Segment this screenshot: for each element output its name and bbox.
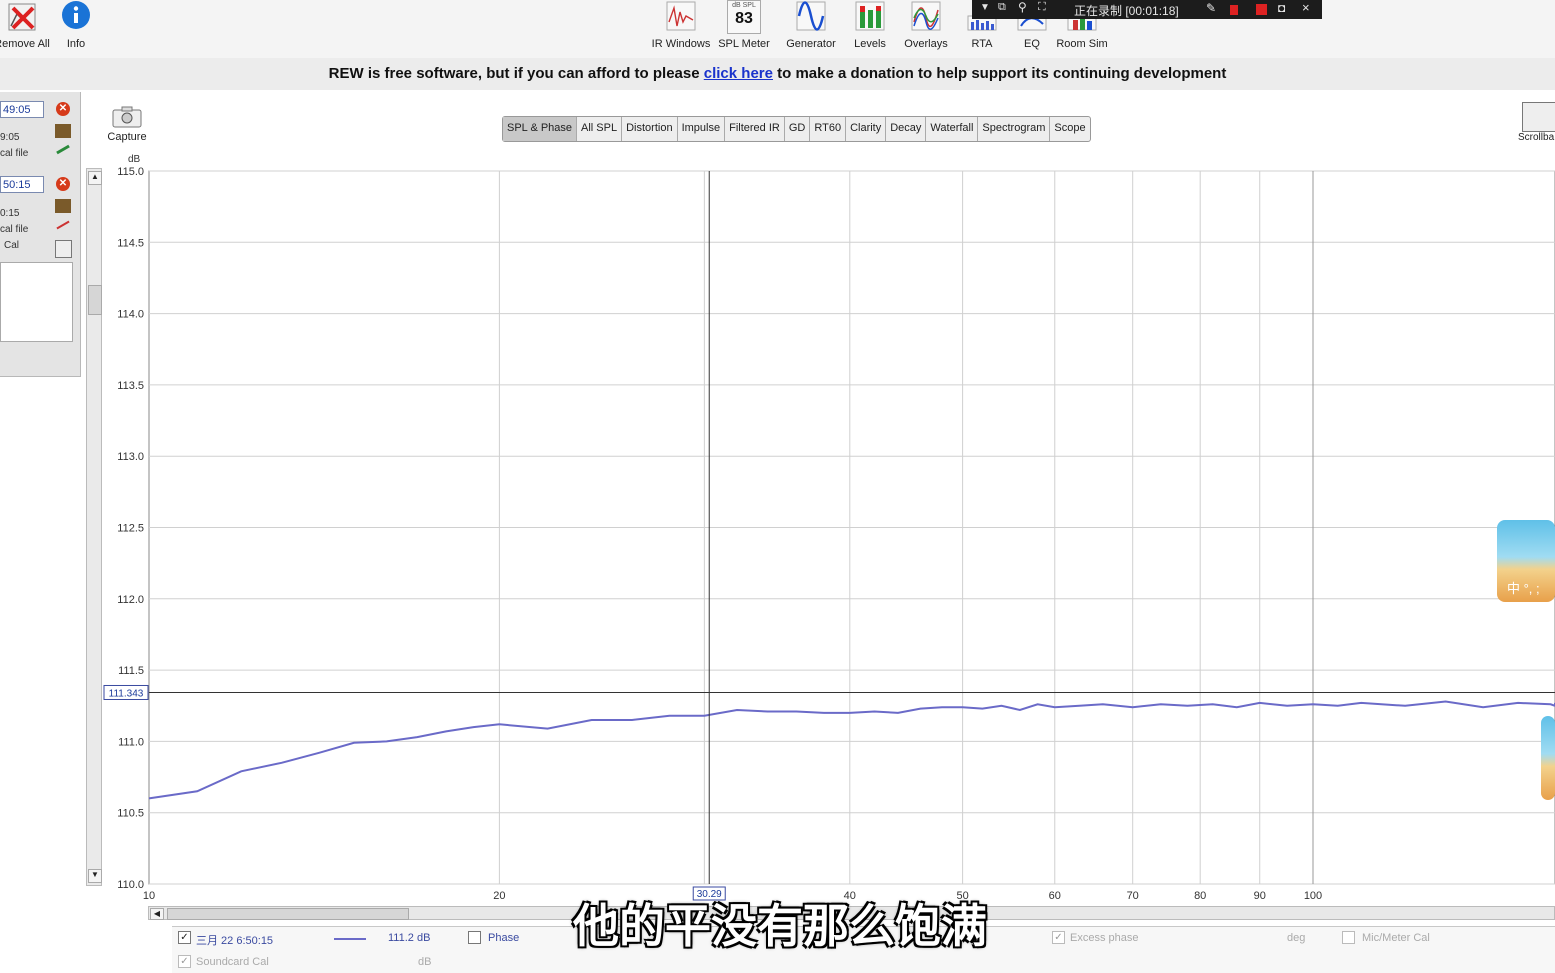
floating-widget-text: 中 °, ; xyxy=(1507,581,1540,596)
scroll-left-arrow-icon[interactable]: ◀ xyxy=(150,908,164,920)
y-tick-label: 111.0 xyxy=(118,736,144,748)
y-tick-label: 114.5 xyxy=(117,237,144,249)
y-tick-label: 110.5 xyxy=(117,808,144,820)
soundcard-cal-checkbox[interactable]: ✓ xyxy=(178,955,191,968)
y-tick-label: 113.0 xyxy=(117,451,144,463)
legend-entry-value: 111.2 dB xyxy=(388,932,431,944)
scroll-thumb[interactable] xyxy=(167,908,409,920)
deg-unit-label: deg xyxy=(1287,932,1306,944)
soundcard-cal-label: Soundcard Cal xyxy=(196,956,269,968)
y-tick-label: 115.0 xyxy=(117,166,144,178)
y-tick-label: 114.0 xyxy=(117,309,144,321)
legend-entry-name: 三月 22 6:50:15 xyxy=(196,935,274,947)
y-tick-label: 111.5 xyxy=(118,665,144,677)
floating-widget[interactable]: 中 °, ; xyxy=(1497,520,1555,602)
y-tick-label: 112.5 xyxy=(117,523,144,535)
x-tick-label: 80 xyxy=(1194,890,1206,902)
y-tick-label: 113.5 xyxy=(117,380,144,392)
y-tick-label: 110.0 xyxy=(117,879,144,891)
x-tick-label: 70 xyxy=(1127,890,1139,902)
y-tick-label: 112.0 xyxy=(117,594,144,606)
cursor-y-label: 111.343 xyxy=(109,688,144,699)
floating-widget[interactable] xyxy=(1541,716,1555,800)
legend-line-swatch xyxy=(334,938,366,940)
video-subtitle: 他的平没有那么饱满 xyxy=(573,899,987,953)
db-unit-label: dB xyxy=(418,956,432,968)
x-tick-label: 90 xyxy=(1254,890,1266,902)
phase-checkbox[interactable] xyxy=(468,931,481,944)
mic-cal-checkbox[interactable] xyxy=(1342,931,1355,944)
x-tick-label: 10 xyxy=(143,890,155,902)
measurement-visible-checkbox[interactable]: ✓ xyxy=(178,931,191,944)
excess-phase-label: Excess phase xyxy=(1070,932,1139,944)
spl-chart[interactable]: 115.0 114.5 114.0 113.5 113.0 112.5 112.0 111.5… xyxy=(0,0,1555,972)
mic-cal-label: Mic/Meter Cal xyxy=(1362,932,1430,944)
x-tick-label: 100 xyxy=(1304,890,1322,902)
